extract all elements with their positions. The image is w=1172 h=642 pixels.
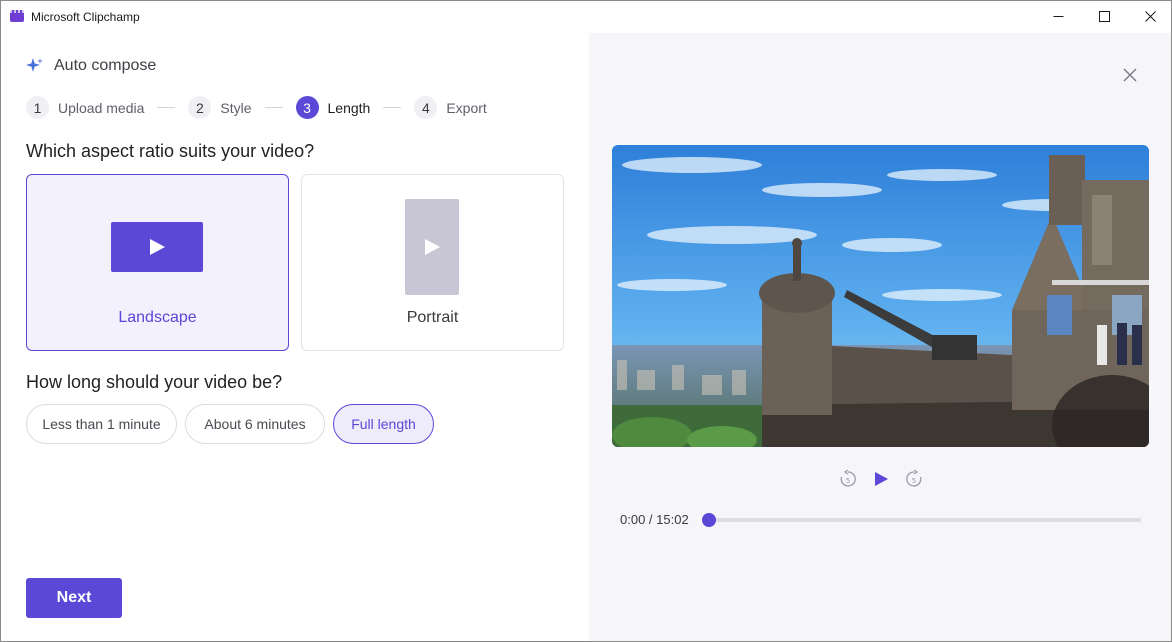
minimize-button[interactable] xyxy=(1035,1,1081,31)
portrait-preview xyxy=(405,199,459,295)
playback-controls: 5 5 xyxy=(837,468,925,490)
length-question: How long should your video be? xyxy=(26,372,283,392)
preview-pane: 5 5 0:00 / 15:02 xyxy=(589,33,1171,641)
page-title: Auto compose xyxy=(54,57,157,74)
sparkle-icon xyxy=(26,58,43,72)
rewind-button[interactable]: 5 xyxy=(837,468,859,490)
maximize-button[interactable] xyxy=(1081,1,1127,31)
next-button[interactable]: Next xyxy=(26,578,122,618)
length-less-than-1-minute[interactable]: Less than 1 minute xyxy=(26,404,177,444)
forward-button[interactable]: 5 xyxy=(903,468,925,490)
play-button[interactable] xyxy=(870,468,892,490)
time-display: 0:00 / 15:02 xyxy=(620,512,689,527)
auto-compose-header: Auto compose xyxy=(26,57,156,75)
step-length[interactable]: 3 Length xyxy=(295,96,371,119)
step-number: 1 xyxy=(26,96,49,119)
length-full-length[interactable]: Full length xyxy=(333,404,434,444)
step-style[interactable]: 2 Style xyxy=(188,96,252,119)
close-icon xyxy=(1144,10,1156,22)
rewind-5-icon: 5 xyxy=(840,469,856,487)
step-connector xyxy=(157,107,176,108)
window-close-button[interactable] xyxy=(1127,1,1171,31)
length-about-6-minutes[interactable]: About 6 minutes xyxy=(185,404,325,444)
portrait-option[interactable]: Portrait xyxy=(301,174,564,351)
step-upload-media[interactable]: 1 Upload media xyxy=(26,96,144,119)
portrait-label: Portrait xyxy=(406,309,459,326)
clipchamp-logo-icon xyxy=(10,10,24,22)
step-export[interactable]: 4 Export xyxy=(414,96,487,119)
step-connector xyxy=(264,107,283,108)
play-icon xyxy=(875,472,888,486)
landscape-label: Landscape xyxy=(118,309,197,326)
landscape-option[interactable]: Landscape xyxy=(26,174,289,351)
step-number: 2 xyxy=(188,96,212,119)
aspect-ratio-question: Which aspect ratio suits your video? xyxy=(26,141,315,161)
video-preview[interactable] xyxy=(612,145,1149,447)
title-bar: Microsoft Clipchamp xyxy=(1,1,1171,33)
play-icon xyxy=(150,239,165,255)
stepper: 1 Upload media 2 Style 3 Length 4 Export xyxy=(26,96,487,119)
step-connector xyxy=(383,107,402,108)
maximize-icon xyxy=(1098,10,1110,22)
seek-bar[interactable] xyxy=(709,518,1141,522)
step-label: Export xyxy=(446,99,487,116)
close-dialog-button[interactable] xyxy=(1121,66,1139,84)
window-title: Microsoft Clipchamp xyxy=(31,10,140,24)
video-frame-image xyxy=(612,145,1149,447)
minimize-icon xyxy=(1053,15,1063,17)
play-icon xyxy=(425,239,440,255)
step-label: Length xyxy=(327,99,371,116)
app-window: Microsoft Clipchamp Auto compose 1 Uploa… xyxy=(0,0,1172,642)
seek-handle[interactable] xyxy=(702,513,716,527)
landscape-preview xyxy=(111,222,203,272)
step-label: Upload media xyxy=(58,99,145,116)
close-icon xyxy=(1123,68,1137,82)
step-label: Style xyxy=(220,99,252,116)
forward-5-icon: 5 xyxy=(906,469,922,487)
step-number: 3 xyxy=(295,96,319,119)
step-number: 4 xyxy=(414,96,438,119)
svg-text:5: 5 xyxy=(912,477,916,485)
compose-pane: Auto compose 1 Upload media 2 Style 3 Le… xyxy=(1,33,589,641)
svg-text:5: 5 xyxy=(846,477,850,485)
